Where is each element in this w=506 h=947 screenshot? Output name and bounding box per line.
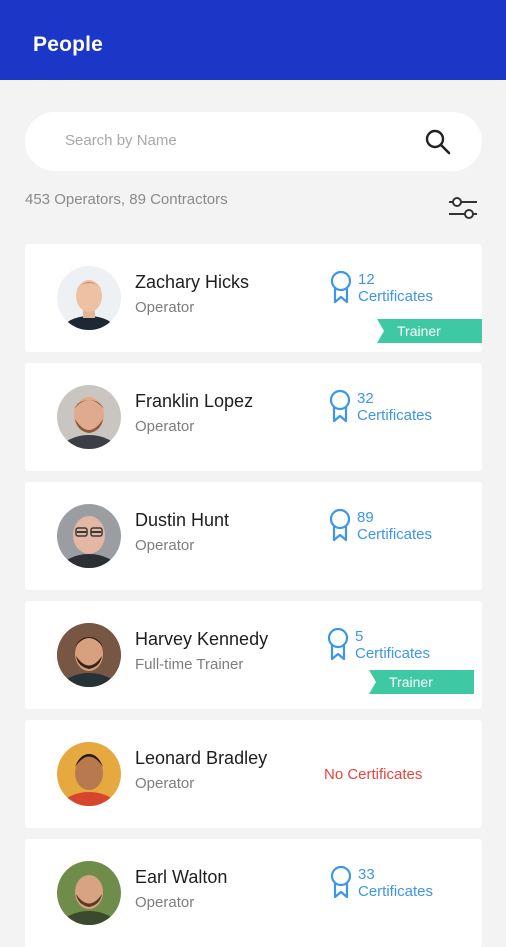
people-summary: 453 Operators, 89 Contractors — [25, 191, 228, 208]
app-bar: People — [0, 0, 506, 80]
person-card[interactable]: Dustin Hunt Operator 89 Certificates — [25, 482, 482, 590]
search-input-placeholder[interactable]: Search by Name — [65, 132, 177, 149]
person-card[interactable]: Harvey Kennedy Full-time Trainer 5 Certi… — [25, 601, 482, 709]
trainer-badge: Trainer — [377, 319, 482, 343]
person-name: Harvey Kennedy — [135, 629, 269, 649]
certificate-label: Certificates — [355, 645, 431, 662]
certificate-label: Certificates — [358, 883, 434, 900]
search-bar[interactable]: Search by Name — [25, 112, 482, 171]
certificate-count: 32 — [357, 390, 374, 407]
person-role: Full-time Trainer — [135, 656, 244, 673]
person-role: Operator — [135, 418, 195, 435]
avatar — [57, 504, 121, 568]
person-role: Operator — [135, 299, 195, 316]
person-name: Zachary Hicks — [135, 272, 250, 292]
certificate-label: Certificates — [357, 407, 433, 424]
avatar — [57, 385, 121, 449]
certificate-count: 5 — [355, 628, 364, 645]
person-role: Operator — [135, 537, 195, 554]
avatar — [57, 742, 121, 806]
person-name: Dustin Hunt — [135, 510, 230, 530]
search-icon[interactable] — [423, 127, 453, 157]
avatar — [57, 266, 121, 330]
person-card[interactable]: Leonard Bradley Operator No Certificates — [25, 720, 482, 828]
no-certificates-label: No Certificates — [324, 766, 423, 783]
person-card[interactable]: Franklin Lopez Operator 32 Certificates — [25, 363, 482, 471]
certificate-label: Certificates — [358, 288, 434, 305]
certificate-ribbon-icon — [329, 389, 351, 423]
filter-sliders-icon[interactable] — [447, 193, 479, 223]
certificate-label: Certificates — [357, 526, 433, 543]
certificate-count: 33 — [358, 866, 375, 883]
avatar — [57, 861, 121, 925]
certificate-ribbon-icon — [327, 627, 349, 661]
certificate-ribbon-icon — [330, 865, 352, 899]
certificate-ribbon-icon — [330, 270, 352, 304]
person-card[interactable]: Earl Walton Operator 33 Certificates — [25, 839, 482, 947]
avatar — [57, 623, 121, 687]
person-name: Franklin Lopez — [135, 391, 254, 411]
certificate-count: 12 — [358, 271, 375, 288]
person-role: Operator — [135, 894, 195, 911]
person-role: Operator — [135, 775, 195, 792]
person-card[interactable]: Zachary Hicks Operator 12 Certificates T… — [25, 244, 482, 352]
page-title: People — [33, 33, 104, 56]
certificate-ribbon-icon — [329, 508, 351, 542]
trainer-badge: Trainer — [369, 670, 474, 694]
person-name: Leonard Bradley — [135, 748, 268, 768]
person-name: Earl Walton — [135, 867, 228, 887]
certificate-count: 89 — [357, 509, 374, 526]
